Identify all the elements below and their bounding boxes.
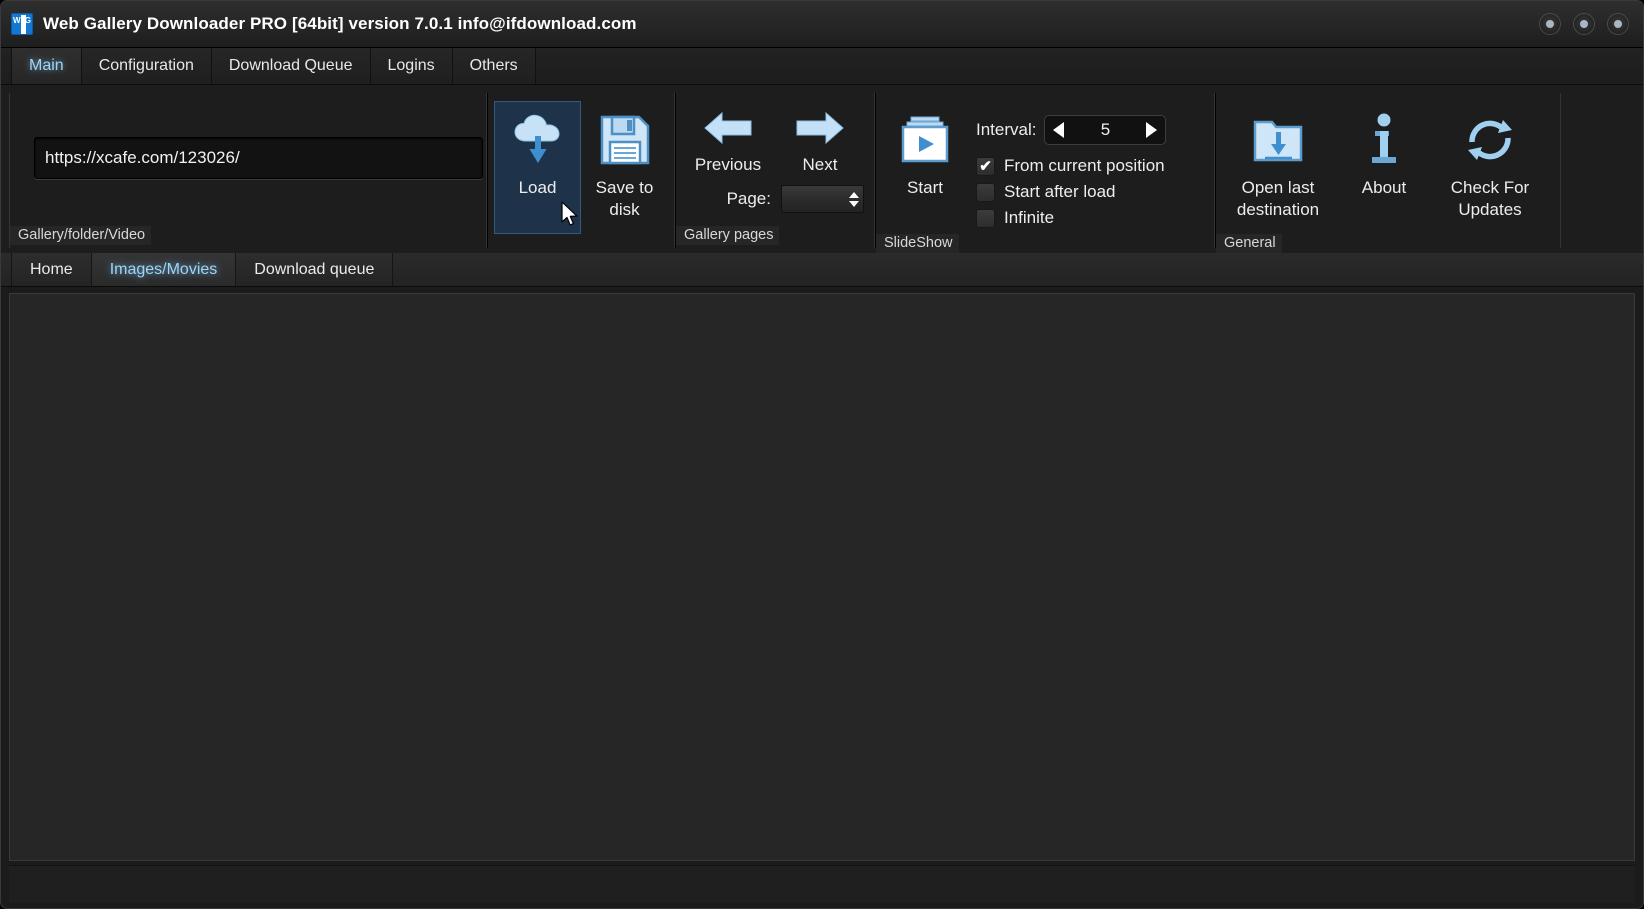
interval-decrease-icon[interactable] [1053, 122, 1065, 138]
check-for-updates-label: Check For Updates [1450, 178, 1530, 219]
open-last-destination-label: Open last destination [1236, 178, 1320, 219]
tab-images-movies[interactable]: Images/Movies [91, 253, 237, 286]
open-last-destination-button[interactable]: Open last destination [1222, 101, 1334, 234]
application-window: W G Web Gallery Downloader PRO [64bit] v… [0, 0, 1644, 909]
interval-value[interactable]: 5 [1101, 120, 1110, 140]
checkbox-start-after-load[interactable]: Start after load [976, 179, 1166, 205]
load-button-label: Load [518, 178, 557, 197]
tab-others[interactable]: Others [452, 48, 536, 84]
close-button[interactable] [1607, 13, 1629, 35]
group-general: Open last destination About Check For Up… [1215, 93, 1561, 253]
group-general-body: Open last destination About Check For Up… [1216, 93, 1560, 234]
slideshow-play-icon [897, 112, 953, 168]
check-for-updates-button[interactable]: Check For Updates [1434, 101, 1546, 234]
checkbox-infinite[interactable]: Infinite [976, 205, 1166, 231]
tab-home[interactable]: Home [11, 253, 92, 286]
group-gallery-url-body [10, 93, 486, 226]
save-to-disk-button-label: Save to disk [595, 178, 654, 219]
interval-label: Interval: [976, 120, 1037, 139]
tab-download-queue[interactable]: Download Queue [211, 48, 371, 84]
next-page-label: Next [802, 155, 838, 174]
previous-page-label: Previous [694, 155, 762, 174]
window-title: Web Gallery Downloader PRO [64bit] versi… [43, 14, 637, 33]
page-stepper-down-icon[interactable] [849, 200, 859, 207]
title-bar: W G Web Gallery Downloader PRO [64bit] v… [1, 1, 1643, 48]
group-slideshow-label: SlideShow [876, 234, 959, 253]
next-page-button[interactable]: Next [774, 97, 866, 183]
group-gallery-pages-body: Previous Next Page: [676, 93, 874, 226]
group-gallery-url: Gallery/folder/Video [9, 93, 487, 248]
group-slideshow: Start Interval: 5 ✔ From current positio… [875, 93, 1215, 253]
tab-configuration[interactable]: Configuration [81, 48, 212, 84]
page-number-label: Page: [726, 189, 771, 208]
slideshow-start-button[interactable]: Start [882, 101, 968, 234]
about-button[interactable]: About [1334, 101, 1434, 234]
checkbox-infinite-label: Infinite [1004, 208, 1055, 227]
group-gallery-pages: Previous Next Page: Gallery pages [675, 93, 875, 248]
group-slideshow-body: Start Interval: 5 ✔ From current positio… [876, 93, 1214, 234]
maximize-button[interactable] [1573, 13, 1595, 35]
interval-stepper[interactable]: 5 [1044, 115, 1167, 145]
checkbox-infinite-box[interactable] [976, 208, 995, 228]
checkbox-from-current-position-label: From current position [1004, 156, 1165, 175]
tab-logins[interactable]: Logins [370, 48, 453, 84]
about-button-label: About [1361, 178, 1407, 197]
status-bar [9, 865, 1635, 903]
group-load-save: Load Save to disk [487, 93, 675, 248]
folder-download-icon [1250, 112, 1306, 168]
content-area[interactable] [9, 293, 1635, 861]
ribbon-tab-bar: Main Configuration Download Queue Logins… [1, 48, 1643, 85]
checkbox-from-current-position-box[interactable]: ✔ [976, 156, 995, 176]
tab-main[interactable]: Main [11, 48, 82, 84]
group-gallery-url-label: Gallery/folder/Video [10, 226, 152, 245]
group-general-label: General [1216, 234, 1282, 253]
checkbox-start-after-load-box[interactable] [976, 182, 995, 202]
load-button[interactable]: Load [494, 101, 581, 234]
checkbox-from-current-position[interactable]: ✔ From current position [976, 153, 1166, 179]
group-load-save-body: Load Save to disk [488, 93, 674, 234]
slideshow-start-label: Start [907, 178, 943, 197]
checkbox-start-after-load-label: Start after load [1004, 182, 1116, 201]
page-stepper-up-icon[interactable] [849, 191, 859, 198]
minimize-button[interactable] [1539, 13, 1561, 35]
save-to-disk-button[interactable]: Save to disk [581, 101, 668, 234]
info-icon [1356, 112, 1412, 168]
interval-increase-icon[interactable] [1146, 122, 1158, 138]
arrow-right-icon [792, 105, 848, 151]
tab-download-queue-lower[interactable]: Download queue [236, 253, 394, 286]
ribbon-panel: Gallery/folder/Video Load [1, 85, 1643, 253]
previous-page-button[interactable]: Previous [682, 97, 774, 183]
cloud-download-icon [510, 112, 566, 168]
gallery-url-input[interactable] [34, 137, 483, 179]
floppy-disk-icon [597, 112, 653, 168]
content-tab-bar: Home Images/Movies Download queue [1, 253, 1643, 287]
group-gallery-pages-label: Gallery pages [676, 226, 780, 245]
app-logo-icon: W G [11, 13, 33, 35]
page-stepper-arrows[interactable] [845, 186, 863, 212]
page-number-stepper[interactable] [781, 185, 864, 213]
window-controls [1539, 13, 1629, 35]
arrow-left-icon [700, 105, 756, 151]
refresh-sync-icon [1462, 112, 1518, 168]
